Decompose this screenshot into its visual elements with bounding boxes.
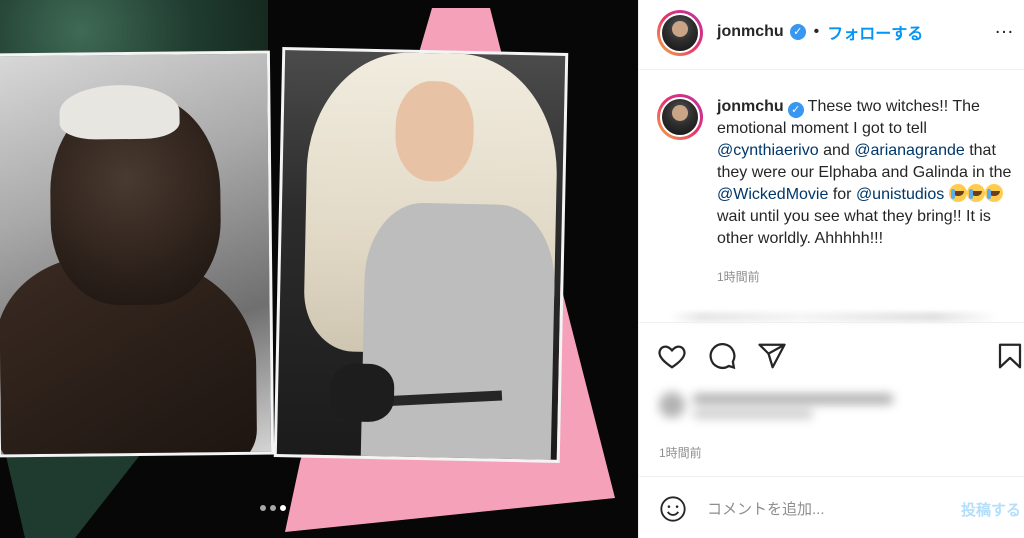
- caption-avatar[interactable]: [657, 94, 703, 140]
- post-caption: jonmchu ✓ These two witches!! The emotiona…: [717, 96, 1021, 250]
- portrait-left-hair: [59, 84, 180, 140]
- verified-badge-icon: ✓: [789, 24, 806, 40]
- more-options-icon[interactable]: …: [994, 16, 1015, 39]
- mention-link[interactable]: @WickedMovie: [717, 186, 828, 203]
- bookmark-icon[interactable]: [995, 341, 1024, 371]
- faded-comment-row: [669, 312, 999, 322]
- comment-input[interactable]: [707, 495, 937, 523]
- carousel-dot[interactable]: [270, 505, 276, 511]
- mention-link[interactable]: @cynthiaerivo: [717, 142, 819, 159]
- comment-bar: 投稿する: [639, 476, 1024, 538]
- caption-timestamp[interactable]: 1時間前: [717, 268, 760, 285]
- follow-button[interactable]: フォローする: [827, 20, 923, 44]
- crying-face-emoji-icon: [948, 184, 967, 202]
- caption-text-run: for: [828, 186, 856, 203]
- header-username[interactable]: jonmchu: [717, 23, 784, 41]
- caption-username[interactable]: jonmchu: [717, 98, 784, 115]
- crying-face-emoji-icon: [966, 184, 985, 202]
- portrait-photo-right: [273, 47, 569, 463]
- post-timestamp[interactable]: 1時間前: [659, 444, 702, 461]
- post-sidebar: jonmchu ✓ • フォローする … jonmchu ✓ These two w…: [638, 0, 1024, 538]
- share-icon[interactable]: [757, 341, 787, 371]
- caption-text-run: wait until you see what they bring!! It …: [717, 208, 991, 247]
- mention-link[interactable]: @unistudios: [856, 186, 944, 203]
- post-comment-button[interactable]: 投稿する: [961, 499, 1021, 520]
- portrait-photo-left: [0, 50, 275, 458]
- crying-face-emoji-icon: [984, 184, 1003, 202]
- avatar[interactable]: [657, 10, 703, 56]
- post-media-carousel[interactable]: [0, 0, 638, 538]
- heart-icon[interactable]: [657, 341, 687, 371]
- blurred-likes-info: [659, 388, 909, 418]
- caption-text: These two witches!! The emotional moment…: [717, 98, 1011, 247]
- caption-text-run: [944, 186, 948, 203]
- comment-icon[interactable]: [707, 341, 737, 371]
- verified-badge-icon: ✓: [787, 102, 804, 118]
- carousel-dot[interactable]: [260, 505, 266, 511]
- caption-text-run: and: [818, 142, 855, 159]
- emoji-smile-icon[interactable]: [659, 495, 687, 523]
- carousel-indicator: [260, 505, 286, 511]
- post-header: jonmchu ✓ • フォローする …: [639, 0, 1024, 70]
- carousel-dot[interactable]: [280, 505, 286, 511]
- action-bar: [639, 322, 1024, 392]
- portrait-right-belt-bag: [329, 363, 395, 423]
- mention-link[interactable]: @arianagrande: [854, 142, 965, 159]
- portrait-right-face: [394, 80, 475, 183]
- header-separator: •: [813, 23, 820, 40]
- portrait-right-shirt: [360, 201, 557, 463]
